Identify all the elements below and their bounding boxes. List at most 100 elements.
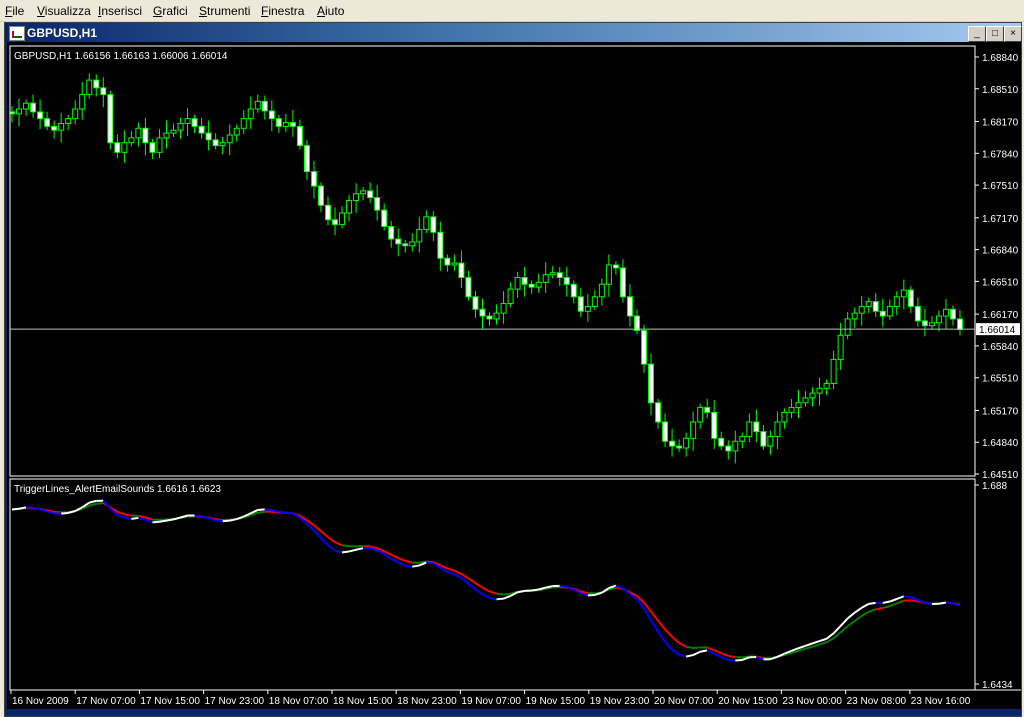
time-tick-label: 17 Nov 07:00: [76, 696, 136, 707]
bull-candle: [584, 305, 591, 312]
bull-candle: [830, 358, 837, 384]
trigger-line-up: [11, 507, 20, 511]
bull-candle: [170, 129, 177, 134]
bull-candle: [893, 296, 900, 307]
trigger-line-down: [903, 595, 911, 599]
trigger-line-up: [517, 589, 525, 594]
bull-candle: [177, 122, 184, 131]
signal-line-down: [875, 607, 883, 611]
bull-candle: [605, 264, 612, 285]
bull-candle: [493, 312, 500, 320]
bear-candle: [93, 79, 100, 89]
price-tick-label: 1.68170: [982, 118, 1019, 129]
menu-finestra[interactable]: Finestra: [261, 4, 304, 18]
trigger-line-up: [735, 658, 743, 662]
signal-line-up: [685, 645, 694, 649]
bull-candle: [23, 102, 30, 110]
price-tick-label: 1.67170: [982, 214, 1019, 225]
price-panel-info: GBPUSD,H1 1.66156 1.66163 1.66006 1.6601…: [14, 51, 228, 62]
bull-candle: [226, 134, 233, 144]
bear-candle: [437, 231, 444, 259]
bear-candle: [261, 100, 268, 112]
signal-line-up: [341, 544, 350, 548]
trigger-line-down: [278, 510, 286, 514]
trigger-line-up: [531, 588, 539, 592]
bear-candle: [669, 440, 676, 447]
maximize-button[interactable]: □: [986, 26, 1004, 42]
bull-candle: [837, 334, 844, 360]
bull-candle: [184, 118, 191, 124]
bear-candle: [381, 209, 388, 227]
signal-line-up: [503, 592, 511, 596]
bear-candle: [563, 277, 570, 285]
bear-candle: [51, 125, 58, 131]
bear-candle: [879, 310, 886, 317]
bear-candle: [9, 111, 15, 115]
bull-candle: [346, 199, 353, 214]
bear-candle: [612, 264, 619, 269]
indicator-tick-label: 1.6434: [982, 680, 1013, 691]
price-tick-label: 1.66510: [982, 277, 1019, 288]
bear-candle: [100, 87, 107, 96]
bull-candle: [549, 272, 556, 276]
bear-candle: [626, 296, 633, 317]
trigger-line-up: [18, 506, 27, 510]
bear-candle: [44, 118, 51, 127]
menu-visualizza[interactable]: Visualizza: [37, 4, 91, 18]
trigger-line-up: [131, 516, 139, 520]
bull-candle: [254, 100, 261, 110]
bear-candle: [296, 125, 303, 147]
signal-line-up: [257, 510, 265, 514]
bear-candle: [570, 283, 577, 298]
close-button[interactable]: ×: [1004, 26, 1022, 42]
indicator-panel-info: TriggerLines_AlertEmailSounds 1.6616 1.6…: [14, 484, 221, 495]
signal-line-down: [124, 513, 132, 517]
bear-candle: [528, 283, 535, 288]
menu-bar: File Visualizza Inserisci Grafici Strumenti F…: [0, 0, 1024, 22]
trigger-line-down: [489, 596, 497, 601]
indicator-tick-label: 1.688: [982, 481, 1007, 492]
menu-strumenti[interactable]: Strumenti: [199, 4, 250, 18]
bear-candle: [289, 121, 296, 127]
menu-file[interactable]: File: [5, 4, 24, 18]
bear-candle: [648, 363, 655, 404]
bull-candle: [823, 382, 830, 389]
chart-canvas[interactable]: 1.68840 1.68510 1.68170 1.67840 1.67510 1.671…: [7, 42, 1021, 709]
signal-line-down: [363, 545, 371, 548]
bull-candle: [809, 392, 816, 399]
bull-candle: [233, 127, 240, 136]
bull-candle: [423, 216, 430, 230]
bear-candle: [662, 421, 669, 442]
bull-candle: [535, 281, 542, 288]
bull-candle: [282, 121, 289, 127]
price-tick-label: 1.68840: [982, 53, 1019, 64]
bull-candle: [697, 407, 704, 423]
bull-candle: [865, 301, 872, 307]
bull-candle: [72, 108, 79, 120]
bear-candle: [142, 127, 149, 144]
bear-candle: [486, 315, 493, 320]
trigger-line-up: [152, 520, 160, 524]
menu-aiuto[interactable]: Aiuto: [317, 4, 344, 18]
bull-candle: [416, 228, 423, 243]
bear-candle: [114, 142, 121, 153]
trigger-line-down: [559, 584, 567, 588]
time-tick-label: 19 Nov 15:00: [526, 696, 586, 707]
bull-candle: [514, 277, 521, 290]
chart-window-titlebar[interactable]: GBPUSD,H1 _ □ ×: [5, 23, 1022, 43]
bear-candle: [303, 145, 310, 173]
bear-candle: [479, 308, 486, 317]
menu-grafici[interactable]: Grafici: [153, 4, 188, 18]
trigger-line-down: [194, 514, 202, 518]
time-tick-label: 23 Nov 08:00: [847, 696, 907, 707]
minimize-button[interactable]: _: [968, 26, 986, 42]
bear-candle: [317, 185, 324, 206]
trigger-line-up: [496, 597, 504, 601]
signal-line-down: [728, 654, 736, 659]
current-price-label: 1.66014: [979, 325, 1016, 336]
bull-candle: [542, 274, 549, 283]
menu-inserisci[interactable]: Inserisci: [98, 4, 142, 18]
price-tick-label: 1.67840: [982, 149, 1019, 160]
chart-window-title: GBPUSD,H1: [27, 26, 98, 40]
bull-candle: [732, 440, 739, 452]
